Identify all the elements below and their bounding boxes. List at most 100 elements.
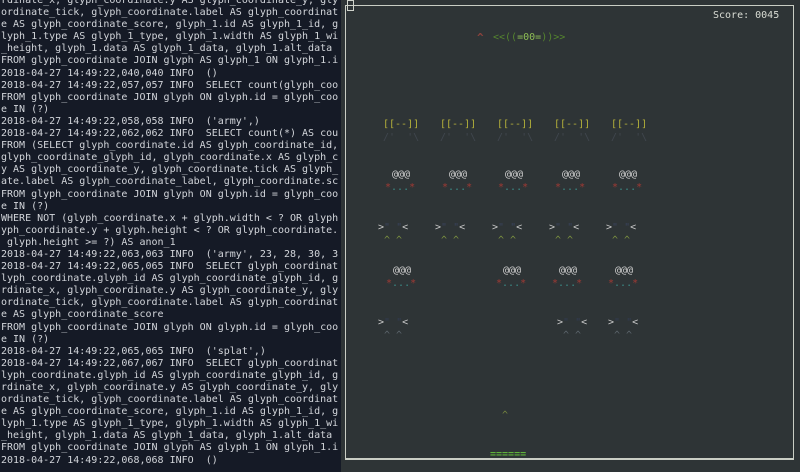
alien-a: [[--]]/' '\ <box>497 118 533 144</box>
log-line: glyph.height >= ?) AS anon_1 <box>1 237 341 249</box>
glyph-part: /' '\ <box>554 132 590 143</box>
glyph-part: ^ ^ <box>612 235 630 246</box>
glyph-part: @@@ <box>449 169 467 180</box>
log-line: ordinate_tick, glyph_coordinate.label AS… <box>1 394 341 406</box>
alien-d: >" "<^ ^ <box>608 316 638 342</box>
glyph-part: @@@ <box>562 169 580 180</box>
glyph-part: ^ ^ <box>563 330 581 341</box>
glyph-part: < <box>402 317 408 328</box>
glyph-part: < <box>459 222 465 233</box>
log-line: 2018-04-27 14:49:22,065,065 INFO ('splat… <box>1 346 341 358</box>
glyph-part: @@@ <box>559 265 577 276</box>
log-line: 2018-04-27 14:49:22,040,040 INFO () <box>1 68 341 80</box>
log-line: FROM glyph_coordinate JOIN glyph ON glyp… <box>1 92 341 104</box>
glyph-part: " " <box>498 222 516 233</box>
alien-d: >" "<^ ^ <box>557 316 587 342</box>
alien-b: @@@*...* <box>505 168 528 194</box>
alien-b: @@@*...* <box>619 168 642 194</box>
glyph-part: ^ ^ <box>498 235 516 246</box>
glyph-part: @@@ <box>393 265 411 276</box>
alien-c: >" "<^ ^ <box>435 221 465 247</box>
log-line: yph_coordinate.y + glyph.height < ? OR g… <box>1 225 341 237</box>
log-line: FROM glyph_coordinate JOIN glyph ON glyp… <box>1 189 341 201</box>
glyph-part: * <box>579 182 585 193</box>
log-line: ate.label AS glyph_coordinate_label, gly… <box>1 176 341 188</box>
log-line: lyph_coordinate.glyph_id AS glyph_coordi… <box>1 370 341 382</box>
terminal-log-pane[interactable]: rdinate_x, glyph_coordinate.y AS glyph_c… <box>0 0 341 472</box>
glyph-part: " " <box>384 222 402 233</box>
glyph-part: @@@ <box>619 169 637 180</box>
glyph-part: [[--]] <box>554 119 590 130</box>
glyph-part: * <box>576 278 582 289</box>
log-line: e AS glyph_coordinate_score <box>1 309 341 321</box>
glyph-part: ... <box>392 278 410 289</box>
glyph-part: * <box>409 182 415 193</box>
glyph-part: * <box>632 278 638 289</box>
game-pane[interactable]: Score: 0045 ^ <<((=00=))>> [[--]]/' '\[[… <box>341 0 800 472</box>
glyph-part: * <box>466 182 472 193</box>
glyph-part: @@@ <box>505 169 523 180</box>
glyph-part: " " <box>555 222 573 233</box>
glyph-part: < <box>516 222 522 233</box>
glyph-part: < <box>573 222 579 233</box>
log-line: rdinate_x, glyph_coordinate.y AS glyph_c… <box>1 382 341 394</box>
log-line: e IN (?) <box>1 201 341 213</box>
log-line: lyph_1.type AS glyph_1_type, glyph_1.wid… <box>1 31 341 43</box>
log-line: 2018-04-27 14:49:22,058,058 INFO ('army'… <box>1 116 341 128</box>
log-line: rdinate_x, glyph_coordinate.y AS glyph_c… <box>1 285 341 297</box>
glyph-part: [[--]] <box>611 119 647 130</box>
alien-b: @@@*...* <box>393 264 416 290</box>
alien-a: [[--]] /' '\ <box>554 118 590 144</box>
glyph-part: " " <box>612 222 630 233</box>
log-line: 2018-04-27 14:49:22,067,067 INFO SELECT … <box>1 358 341 370</box>
glyph-part: /' '\ <box>383 132 419 143</box>
glyph-part: /' '\ <box>611 132 647 143</box>
glyph-part: * <box>520 278 526 289</box>
glyph-part: [[--]] <box>497 119 533 130</box>
log-line: lyph_coordinate.glyph_id AS glyph_coordi… <box>1 273 341 285</box>
glyph-part: [[--]] <box>383 119 419 130</box>
glyph-part: * <box>522 182 528 193</box>
alien-c: >" "<^ ^ <box>492 221 522 247</box>
log-line: y AS glyph_coordinate_y, glyph_coordinat… <box>1 164 341 176</box>
log-line: e IN (?) <box>1 334 341 346</box>
alien-a: [[--]] /' '\ <box>440 118 476 144</box>
log-line: WHERE NOT (glyph_coordinate.x + glyph.wi… <box>1 213 341 225</box>
log-line: 2018-04-27 14:49:22,062,062 INFO SELECT … <box>1 128 341 140</box>
log-line: ordinate_tick, glyph_coordinate.label AS… <box>1 7 341 19</box>
log-line: FROM glyph_coordinate JOIN glyph AS glyp… <box>1 55 341 67</box>
log-line: glyph_coordinate_glyph_id, glyph_coordin… <box>1 152 341 164</box>
glyph-part: ^ ^ <box>441 235 459 246</box>
glyph-part: ... <box>558 278 576 289</box>
log-line: FROM glyph_coordinate JOIN glyph AS glyp… <box>1 442 341 454</box>
glyph-part: ... <box>448 182 466 193</box>
alien-b: @@@*...* <box>559 264 582 290</box>
glyph-part: " " <box>441 222 459 233</box>
log-line: _height, glyph_1.data AS glyph_1_data, g… <box>1 43 341 55</box>
glyph-part: ... <box>502 278 520 289</box>
glyph-part: ^ ^ <box>384 235 402 246</box>
alien-b: @@@*...* <box>503 264 526 290</box>
glyph-part: " " <box>563 317 581 328</box>
glyph-part: ^ ^ <box>555 235 573 246</box>
glyph-part: [[--]] <box>440 119 476 130</box>
log-line: 2018-04-27 14:49:22,065,065 INFO SELECT … <box>1 261 341 273</box>
glyph-part: @@@ <box>392 169 410 180</box>
glyph-part: ... <box>561 182 579 193</box>
log-line: e AS glyph_coordinate_score, glyph_1.id … <box>1 19 341 31</box>
glyph-part: @@@ <box>615 265 633 276</box>
ship-base: ====== <box>490 448 526 461</box>
terminal-log: rdinate_x, glyph_coordinate.y AS glyph_c… <box>0 0 341 467</box>
alien-d: >" "<^ ^ <box>378 316 408 342</box>
glyph-part: ... <box>614 278 632 289</box>
log-line: rdinate_x, glyph_coordinate.y AS glyph_c… <box>1 0 341 7</box>
glyph-part: ^ ^ <box>614 330 632 341</box>
log-line: _height, glyph_1.data AS glyph_1_data, g… <box>1 430 341 442</box>
glyph-part: < <box>402 222 408 233</box>
glyph-part: " " <box>614 317 632 328</box>
log-line: lyph_1.type AS glyph_1_type, glyph_1.wid… <box>1 418 341 430</box>
alien-b: @@@*...* <box>392 168 415 194</box>
tmux-screen: rdinate_x, glyph_coordinate.y AS glyph_c… <box>0 0 800 472</box>
ship-cannon: ^ <box>490 409 526 422</box>
glyph-part: /' '\ <box>440 132 476 143</box>
